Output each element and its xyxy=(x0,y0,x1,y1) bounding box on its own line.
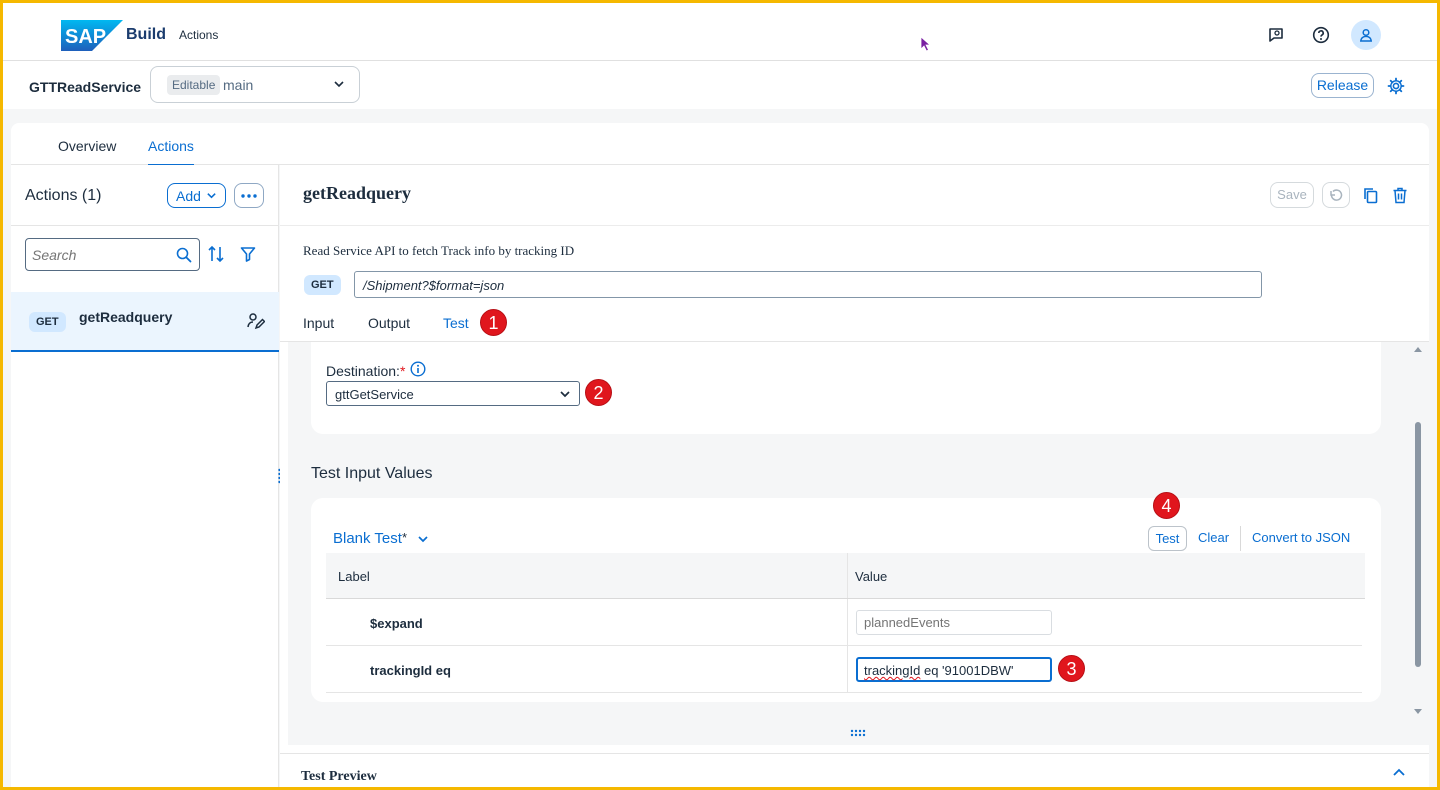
vertical-scrollbar[interactable] xyxy=(1411,342,1425,732)
editable-tag: Editable xyxy=(167,75,221,95)
chevron-down-icon xyxy=(334,81,344,88)
annotation-marker-4: 4 xyxy=(1153,492,1180,519)
help-icon[interactable] xyxy=(1311,25,1331,45)
branch-select[interactable]: Editable main xyxy=(150,66,360,103)
table-row: $expand xyxy=(326,599,1362,646)
user-avatar-icon[interactable] xyxy=(1351,20,1381,50)
test-set-select[interactable]: Blank Test* xyxy=(333,530,429,547)
project-header: GTTReadService Editable main Release xyxy=(3,61,1437,109)
chevron-down-icon xyxy=(207,193,216,199)
revert-icon xyxy=(1330,189,1343,201)
tab-actions[interactable]: Actions xyxy=(148,138,194,166)
tab-output[interactable]: Output xyxy=(368,315,410,331)
tab-input[interactable]: Input xyxy=(303,315,334,331)
actions-count-title: Actions (1) xyxy=(25,187,102,204)
search-input[interactable] xyxy=(32,245,172,265)
column-divider xyxy=(847,646,848,692)
row-label: $expand xyxy=(370,616,423,631)
test-input-card: 4 Blank Test* Test Clear Convert to JSON… xyxy=(311,492,1381,702)
save-button[interactable]: Save xyxy=(1270,182,1314,208)
sap-logo-text: SAP xyxy=(65,26,106,48)
action-description: Read Service API to fetch Track info by … xyxy=(303,243,575,258)
divider xyxy=(11,225,279,226)
tracking-id-value-input[interactable]: trackingId eq '91001DBW' xyxy=(856,657,1052,682)
test-preview-panel[interactable]: Test Preview xyxy=(280,753,1429,787)
tab-test[interactable]: Test xyxy=(441,315,471,344)
info-icon[interactable] xyxy=(410,361,426,377)
search-field[interactable] xyxy=(25,238,200,271)
top-tab-bar: Overview Actions xyxy=(11,123,1429,166)
scroll-up-icon[interactable] xyxy=(1413,345,1423,353)
expand-value-input[interactable] xyxy=(856,610,1052,635)
column-divider xyxy=(847,599,848,645)
method-badge: GET xyxy=(29,312,66,332)
revert-button[interactable] xyxy=(1322,182,1350,208)
resize-grip-icon[interactable] xyxy=(850,729,866,737)
test-preview-title: Test Preview xyxy=(301,769,377,784)
branch-name: main xyxy=(223,77,254,93)
modified-mark: * xyxy=(401,530,407,545)
feedback-icon[interactable] xyxy=(1266,25,1286,45)
chevron-down-icon xyxy=(560,391,570,398)
test-scroll-area: Destination:* gttGetService 2 Test Input… xyxy=(288,342,1429,745)
add-button[interactable]: Add xyxy=(167,183,226,208)
scrollbar-thumb[interactable] xyxy=(1415,422,1421,667)
shell-bar: SAP Build Actions xyxy=(3,3,1437,61)
column-header-label: Label xyxy=(338,569,370,584)
overflow-icon xyxy=(241,193,257,198)
annotation-marker-3: 3 xyxy=(1058,655,1085,682)
mouse-cursor-icon xyxy=(920,36,932,52)
gear-icon[interactable] xyxy=(1387,77,1405,95)
value-text: eq '91001DBW' xyxy=(920,663,1014,678)
chevron-down-icon xyxy=(418,535,428,542)
test-input-values-title: Test Input Values xyxy=(311,465,433,482)
clear-button[interactable]: Clear xyxy=(1198,530,1229,545)
annotation-marker-1: 1 xyxy=(480,309,507,336)
action-detail-pane: getReadquery Save Read Service API to fe… xyxy=(280,165,1429,787)
project-name: GTTReadService xyxy=(29,79,142,95)
destination-label-text: Destination: xyxy=(326,363,400,379)
run-test-button[interactable]: Test xyxy=(1148,526,1187,551)
tab-overview[interactable]: Overview xyxy=(58,138,116,154)
table-row: trackingId eq trackingId eq '91001DBW' 3 xyxy=(326,646,1362,693)
test-set-label: Blank Test* xyxy=(333,530,407,547)
required-mark: * xyxy=(399,363,406,379)
destination-label: Destination:* xyxy=(326,363,405,379)
actions-list-pane: Actions (1) Add GET getReadquery xyxy=(11,165,279,787)
divider xyxy=(280,225,1429,226)
divider xyxy=(1240,526,1241,551)
row-label: trackingId eq xyxy=(370,663,451,678)
annotation-marker-2: 2 xyxy=(585,379,612,406)
test-set-name: Blank Test xyxy=(333,530,402,547)
filter-icon[interactable] xyxy=(240,246,256,262)
edit-person-icon[interactable] xyxy=(247,312,265,330)
action-title: getReadquery xyxy=(303,183,411,203)
product-name[interactable]: Build xyxy=(126,26,166,44)
release-button[interactable]: Release xyxy=(1311,73,1374,98)
url-value: /Shipment?$format=json xyxy=(363,278,505,293)
more-options-button[interactable] xyxy=(234,183,264,208)
spellcheck-word: trackingId xyxy=(864,663,921,678)
scroll-down-icon[interactable] xyxy=(1413,708,1423,716)
destination-card: Destination:* gttGetService 2 xyxy=(311,342,1381,434)
method-badge: GET xyxy=(304,275,341,295)
copy-icon[interactable] xyxy=(1363,187,1379,204)
column-divider xyxy=(847,553,848,598)
delete-icon[interactable] xyxy=(1392,187,1408,204)
sap-logo[interactable]: SAP xyxy=(61,20,123,51)
section-name: Actions xyxy=(179,28,219,42)
add-button-label: Add xyxy=(176,187,201,204)
list-item[interactable]: GET getReadquery xyxy=(11,292,279,352)
chevron-up-icon[interactable] xyxy=(1392,767,1406,777)
url-field[interactable]: /Shipment?$format=json xyxy=(354,271,1262,298)
column-header-value: Value xyxy=(855,569,888,584)
app-frame: SAP Build Actions GTTReadService Editabl… xyxy=(3,3,1437,787)
destination-value: gttGetService xyxy=(335,387,414,402)
search-icon[interactable] xyxy=(176,247,192,263)
action-name: getReadquery xyxy=(79,309,173,325)
destination-select[interactable]: gttGetService xyxy=(326,381,580,406)
sort-icon[interactable] xyxy=(207,245,225,263)
table-header: Label Value xyxy=(326,553,1365,599)
convert-to-json-button[interactable]: Convert to JSON xyxy=(1252,530,1350,545)
